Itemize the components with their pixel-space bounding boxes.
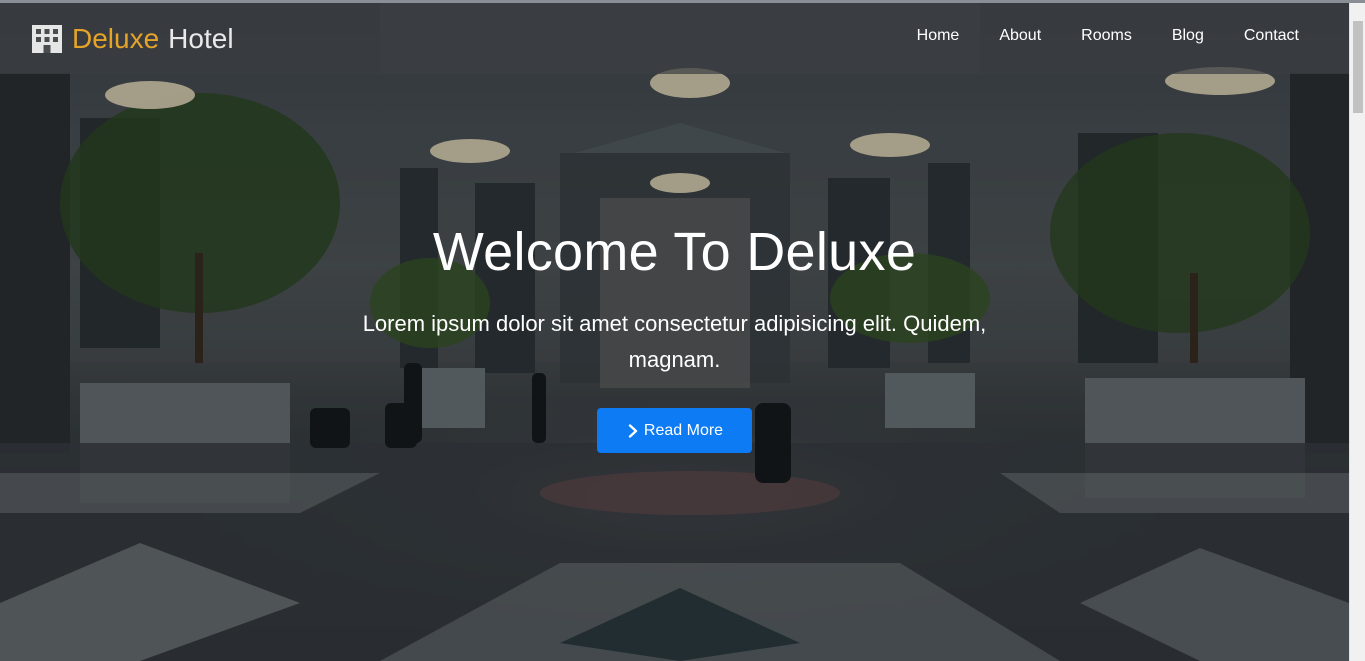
scrollbar-thumb[interactable] xyxy=(1353,21,1363,113)
top-navbar: Deluxe Hotel Home About Rooms Blog Conta… xyxy=(0,3,1349,74)
nav-item-home[interactable]: Home xyxy=(897,27,980,45)
read-more-button[interactable]: Read More xyxy=(597,408,752,453)
nav-item-about[interactable]: About xyxy=(979,27,1061,45)
brand-name-primary: Deluxe xyxy=(72,23,160,54)
nav-item-rooms[interactable]: Rooms xyxy=(1061,27,1152,45)
hero-title: Welcome To Deluxe xyxy=(432,222,917,282)
hero-section: Welcome To Deluxe Lorem ipsum dolor sit … xyxy=(0,3,1349,661)
brand-logo-link[interactable]: Deluxe Hotel xyxy=(30,21,234,57)
nav-item-contact[interactable]: Contact xyxy=(1224,27,1319,45)
brand-name-secondary: Hotel xyxy=(168,23,234,54)
nav-item-blog[interactable]: Blog xyxy=(1152,27,1224,45)
page-scrollbar[interactable] xyxy=(1349,3,1365,661)
chevron-right-icon xyxy=(628,423,638,438)
hotel-building-icon xyxy=(32,25,62,53)
hero-subtitle: Lorem ipsum dolor sit amet consectetur a… xyxy=(362,311,987,372)
read-more-label: Read More xyxy=(643,421,724,439)
nav-menu: Home About Rooms Blog Contact xyxy=(897,27,1319,45)
